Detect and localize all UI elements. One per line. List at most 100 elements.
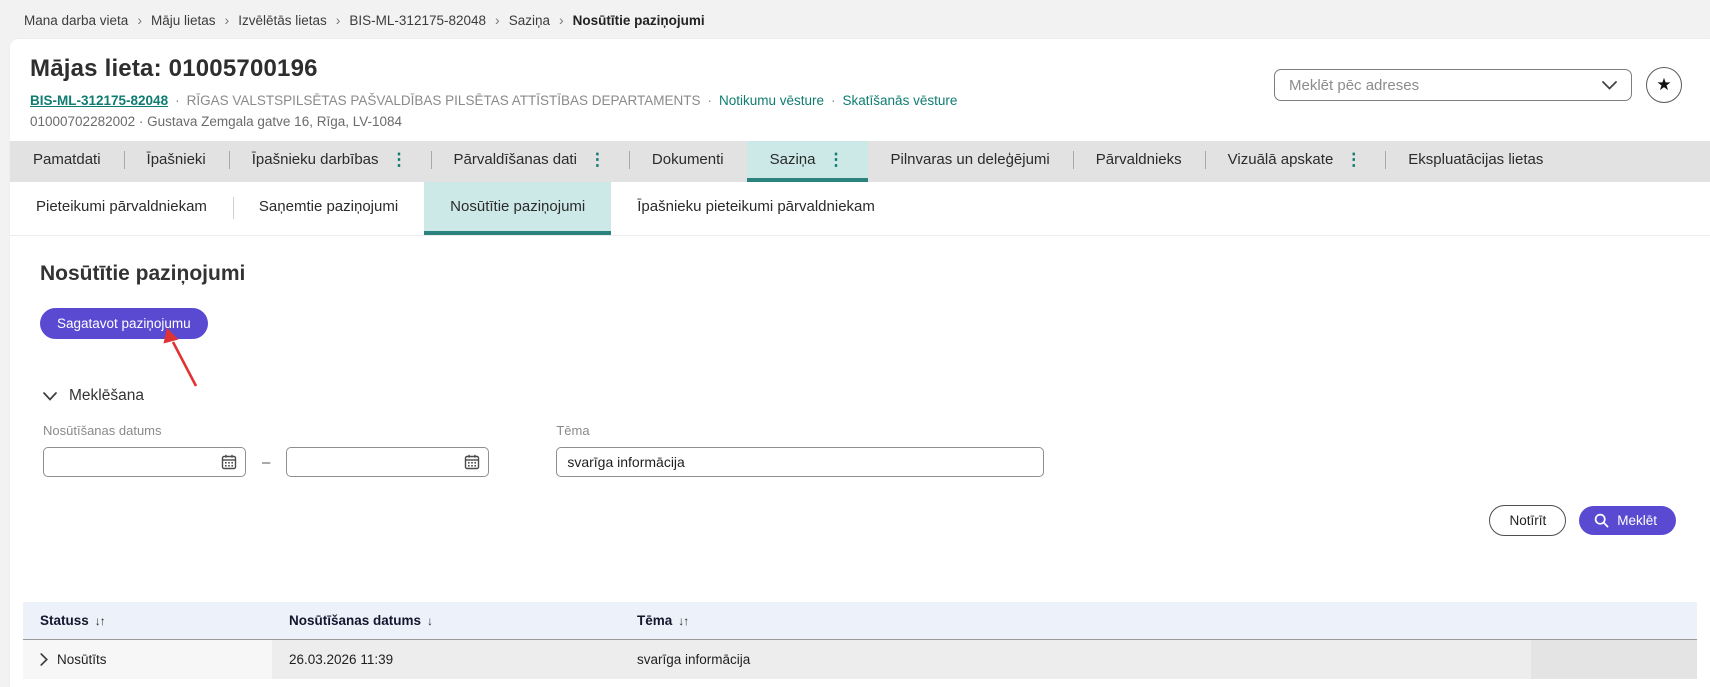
tab-label: Pilnvaras un deleģējumi [891, 151, 1050, 168]
breadcrumb-current: Nosūtītie paziņojumi [573, 13, 705, 28]
tab-sazina[interactable]: Saziņa⋮ [747, 141, 868, 182]
breadcrumb-item[interactable]: Saziņa [509, 13, 550, 28]
page-title: Mājas lieta: 01005700196 [30, 55, 957, 83]
search-section-toggle[interactable]: Meklēšana [43, 387, 144, 405]
tema-field: Tēma [556, 423, 1044, 477]
viewing-history-link[interactable]: Skatīšanās vēsture [843, 93, 958, 108]
subtab-label: Nosūtītie paziņojumi [450, 198, 585, 215]
case-header-left: Mājas lieta: 01005700196 BIS-ML-312175-8… [30, 55, 957, 129]
date-range-dash: – [262, 454, 270, 471]
row-tema-cell: svarīga informācija [620, 640, 1531, 679]
main-tabbar: Pamatdati Īpašnieki Īpašnieku darbības⋮ … [10, 141, 1710, 182]
column-header-statuss[interactable]: Statuss ↓↑ [23, 602, 272, 639]
tab-parvaldnieks[interactable]: Pārvaldnieks [1073, 141, 1205, 182]
tab-label: Pamatdati [33, 151, 101, 168]
tab-label: Īpašnieku darbības [252, 151, 379, 168]
kebab-menu-icon[interactable]: ⋮ [1345, 151, 1362, 168]
clear-button[interactable]: Notīrīt [1489, 505, 1566, 536]
address-search-placeholder: Meklēt pēc adreses [1289, 77, 1419, 94]
column-header-datums[interactable]: Nosūtīšanas datums ↓ [272, 602, 620, 639]
tema-input[interactable] [556, 447, 1044, 477]
row-status-cell[interactable]: Nosūtīts [23, 640, 272, 679]
sub-tabbar: Pieteikumi pārvaldniekam Saņemtie paziņo… [10, 182, 1710, 236]
breadcrumb-item[interactable]: Māju lietas [151, 13, 216, 28]
tab-label: Pārvaldīšanas dati [454, 151, 577, 168]
tab-label: Vizuālā apskate [1228, 151, 1334, 168]
subtab-label: Saņemtie paziņojumi [259, 198, 398, 215]
breadcrumb-item[interactable]: Mana darba vieta [24, 13, 128, 28]
dot-separator: · [707, 93, 712, 108]
tab-ekspluatacijas-lietas[interactable]: Ekspluatācijas lietas [1385, 141, 1566, 182]
chevron-right-icon[interactable] [40, 653, 48, 666]
subtab-ipasnieku-pieteikumi[interactable]: Īpašnieku pieteikumi pārvaldniekam [611, 182, 901, 235]
calendar-icon[interactable] [464, 454, 480, 470]
search-button[interactable]: Meklēt [1579, 506, 1676, 535]
events-history-link[interactable]: Notikumu vēsture [719, 93, 824, 108]
tab-pilnvaras[interactable]: Pilnvaras un deleģējumi [868, 141, 1073, 182]
tab-pamatdati[interactable]: Pamatdati [10, 141, 124, 182]
breadcrumb-separator-icon: › [137, 12, 142, 28]
date-to-input[interactable] [286, 447, 489, 477]
row-tema: svarīga informācija [637, 652, 750, 667]
subtab-label: Īpašnieku pieteikumi pārvaldniekam [637, 198, 875, 215]
kebab-menu-icon[interactable]: ⋮ [391, 151, 408, 168]
prepare-notification-button[interactable]: Sagatavot paziņojumu [40, 308, 208, 339]
case-header: Mājas lieta: 01005700196 BIS-ML-312175-8… [10, 39, 1710, 141]
row-status: Nosūtīts [57, 652, 107, 667]
dot-separator: · [831, 93, 836, 108]
date-from-input[interactable] [43, 447, 246, 477]
date-to-field[interactable] [295, 454, 464, 470]
tab-label: Pārvaldnieks [1096, 151, 1182, 168]
search-actions: Notīrīt Meklēt [40, 505, 1680, 536]
table-row[interactable]: Nosūtīts 26.03.2026 11:39 svarīga inform… [23, 640, 1697, 679]
date-range-label: Nosūtīšanas datums [43, 423, 489, 438]
case-card: Mājas lieta: 01005700196 BIS-ML-312175-8… [10, 39, 1710, 687]
sort-arrows-icon[interactable]: ↓ [427, 614, 432, 628]
kebab-menu-icon[interactable]: ⋮ [828, 151, 845, 168]
table-header-row: Statuss ↓↑ Nosūtīšanas datums ↓ Tēma ↓↑ [23, 602, 1697, 640]
tab-vizuala-apskate[interactable]: Vizuālā apskate ⋮ [1205, 141, 1386, 182]
calendar-icon[interactable] [221, 454, 237, 470]
tema-label: Tēma [556, 423, 1044, 438]
sort-arrows-icon[interactable]: ↓↑ [678, 614, 688, 628]
subtab-label: Pieteikumi pārvaldniekam [36, 198, 207, 215]
breadcrumb-separator-icon: › [495, 12, 500, 28]
tab-ipasnieku-darbibas[interactable]: Īpašnieku darbības ⋮ [229, 141, 431, 182]
content-area: Nosūtītie paziņojumi Sagatavot paziņojum… [10, 236, 1710, 536]
search-section-title: Meklēšana [69, 387, 144, 405]
column-label: Tēma [637, 613, 672, 628]
date-range-field: Nosūtīšanas datums – [43, 423, 489, 477]
tab-dokumenti[interactable]: Dokumenti [629, 141, 747, 182]
breadcrumb-item[interactable]: BIS-ML-312175-82048 [349, 13, 486, 28]
tab-label: Īpašnieki [147, 151, 206, 168]
subtab-pieteikumi-parvaldniekam[interactable]: Pieteikumi pārvaldniekam [10, 182, 233, 235]
kebab-menu-icon[interactable]: ⋮ [589, 151, 606, 168]
breadcrumb-item[interactable]: Izvēlētās lietas [238, 13, 327, 28]
search-button-label: Meklēt [1617, 513, 1657, 528]
tab-ipasnieki[interactable]: Īpašnieki [124, 141, 229, 182]
dot-separator: · [175, 93, 180, 108]
column-label: Nosūtīšanas datums [289, 613, 421, 628]
tab-label: Ekspluatācijas lietas [1408, 151, 1543, 168]
favorite-star-button[interactable]: ★ [1646, 67, 1682, 103]
column-label: Statuss [40, 613, 89, 628]
chevron-down-icon [43, 392, 57, 401]
row-actions-cell [1531, 640, 1697, 679]
column-header-actions [1531, 602, 1697, 639]
tab-parvaldisanas-dati[interactable]: Pārvaldīšanas dati ⋮ [431, 141, 629, 182]
organization-name: RĪGAS VALSTSPILSĒTAS PAŠVALDĪBAS PILSĒTA… [187, 93, 701, 108]
breadcrumb: Mana darba vieta › Māju lietas › Izvēlēt… [0, 0, 1710, 39]
address-search-select[interactable]: Meklēt pēc adreses [1274, 69, 1632, 101]
star-icon: ★ [1656, 75, 1671, 95]
case-header-right: Meklēt pēc adreses ★ [1274, 55, 1682, 103]
subtab-sanemtie-pazinojumi[interactable]: Saņemtie paziņojumi [233, 182, 424, 235]
date-from-field[interactable] [52, 454, 221, 470]
case-number-link[interactable]: BIS-ML-312175-82048 [30, 93, 168, 108]
sort-arrows-icon[interactable]: ↓↑ [95, 614, 105, 628]
search-icon [1594, 513, 1609, 528]
column-header-tema[interactable]: Tēma ↓↑ [620, 602, 1531, 639]
date-range-inputs: – [43, 447, 489, 477]
section-heading: Nosūtītie paziņojumi [40, 262, 1680, 286]
search-form: Nosūtīšanas datums – Tēma [43, 423, 1680, 477]
subtab-nosutitie-pazinojumi[interactable]: Nosūtītie paziņojumi [424, 182, 611, 235]
